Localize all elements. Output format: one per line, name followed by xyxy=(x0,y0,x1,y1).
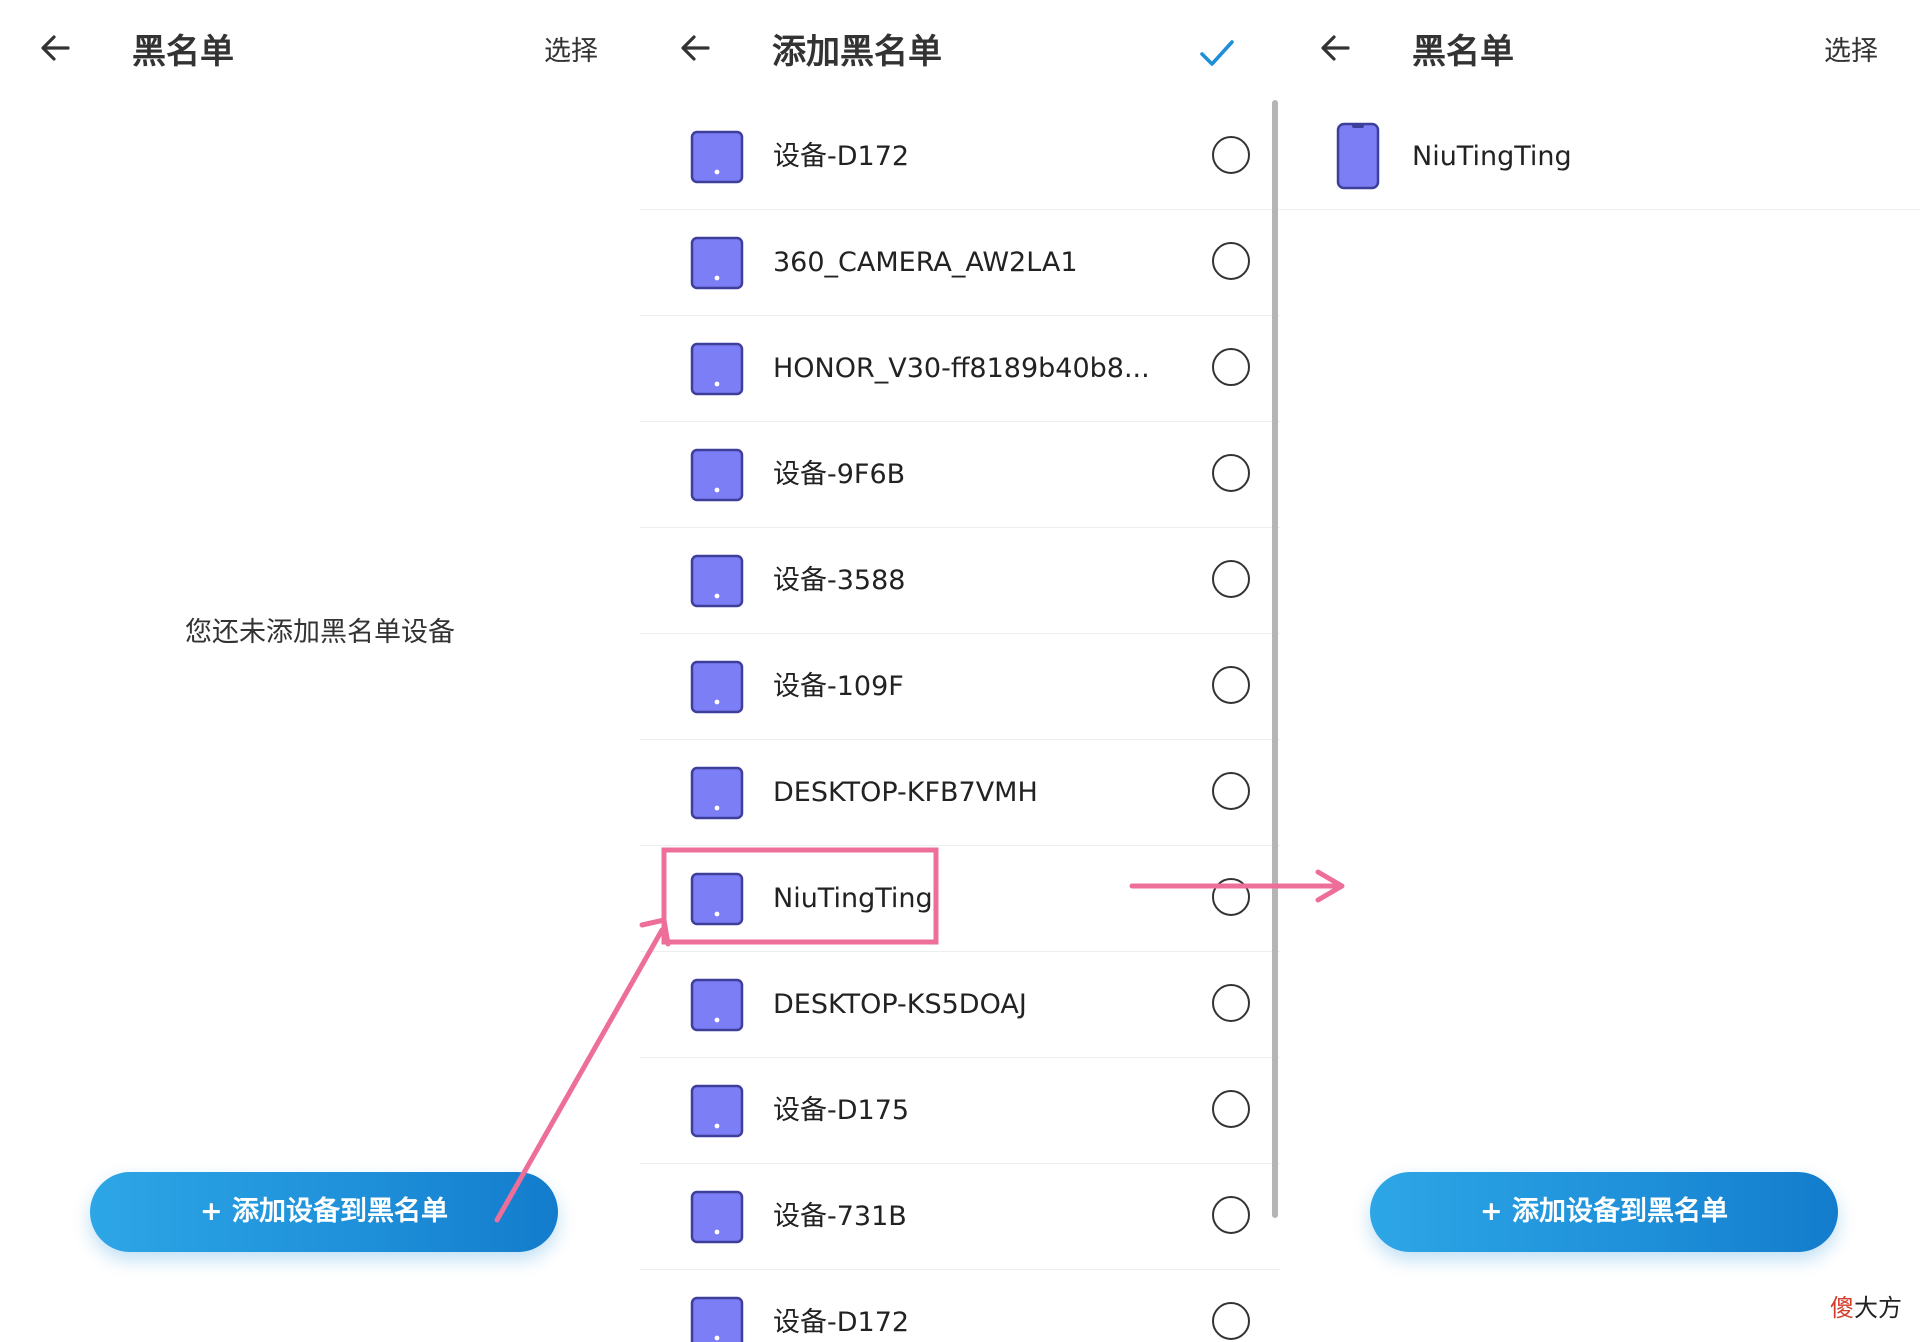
select-button[interactable]: 选择 xyxy=(1824,32,1878,72)
back-arrow-icon[interactable] xyxy=(674,26,718,70)
tablet-icon xyxy=(690,1296,744,1342)
device-row[interactable]: 设备-9F6B xyxy=(640,422,1280,528)
tablet-icon xyxy=(690,236,744,290)
scrollbar[interactable] xyxy=(1272,100,1278,1218)
back-arrow-icon[interactable] xyxy=(34,26,78,70)
device-row[interactable]: 设备-D172 xyxy=(640,104,1280,210)
tablet-icon xyxy=(690,342,744,396)
select-radio[interactable] xyxy=(1212,348,1250,386)
select-radio[interactable] xyxy=(1212,454,1250,492)
device-name: HONOR_V30-ff8189b40b8... xyxy=(773,353,1150,384)
add-blacklist-panel: 添加黑名单 设备-D172 360_CAMERA_AW2LA1 HONOR_V30-… xyxy=(640,0,1280,1342)
device-name: 360_CAMERA_AW2LA1 xyxy=(773,247,1078,278)
select-radio[interactable] xyxy=(1212,1302,1250,1340)
device-list: 设备-D172 360_CAMERA_AW2LA1 HONOR_V30-ff8189… xyxy=(640,104,1280,1342)
header: 黑名单 选择 xyxy=(1280,0,1920,104)
device-name: 设备-D175 xyxy=(773,1095,910,1126)
device-row[interactable]: 设备-731B xyxy=(640,1164,1280,1270)
tablet-icon xyxy=(690,766,744,820)
select-radio[interactable] xyxy=(1212,666,1250,704)
tablet-icon xyxy=(690,872,744,926)
device-row[interactable]: NiuTingTing xyxy=(640,846,1280,952)
confirm-check-icon[interactable] xyxy=(1194,30,1240,76)
page-title: 添加黑名单 xyxy=(772,32,942,72)
select-button[interactable]: 选择 xyxy=(544,32,598,72)
tablet-icon xyxy=(690,660,744,714)
add-device-to-blacklist-button[interactable]: + 添加设备到黑名单 xyxy=(90,1172,558,1252)
list-item[interactable]: NiuTingTing xyxy=(1280,104,1920,210)
device-name: 设备-3588 xyxy=(773,565,906,596)
page-title: 黑名单 xyxy=(132,32,234,72)
select-radio[interactable] xyxy=(1212,772,1250,810)
phone-icon xyxy=(1336,122,1380,190)
tablet-icon xyxy=(690,448,744,502)
device-name: DESKTOP-KS5DOAJ xyxy=(773,989,1027,1020)
header: 添加黑名单 xyxy=(640,0,1280,104)
tablet-icon xyxy=(690,1084,744,1138)
watermark: 傻大方 xyxy=(1830,1294,1902,1322)
back-arrow-icon[interactable] xyxy=(1314,26,1358,70)
device-row[interactable]: 设备-109F xyxy=(640,634,1280,740)
device-name: 设备-D172 xyxy=(773,1307,910,1338)
device-row[interactable]: HONOR_V30-ff8189b40b8... xyxy=(640,316,1280,422)
tablet-icon xyxy=(690,978,744,1032)
select-radio[interactable] xyxy=(1212,984,1250,1022)
tablet-icon xyxy=(690,554,744,608)
tablet-icon xyxy=(690,1190,744,1244)
blacklist-panel-empty: 黑名单 选择 您还未添加黑名单设备 + 添加设备到黑名单 xyxy=(0,0,640,1342)
empty-state-text: 您还未添加黑名单设备 xyxy=(185,617,455,648)
device-name: NiuTingTing xyxy=(773,883,933,914)
select-radio[interactable] xyxy=(1212,1090,1250,1128)
blacklist-panel: 黑名单 选择 NiuTingTing + 添加设备到黑名单 xyxy=(1280,0,1920,1342)
blacklist-list: NiuTingTing xyxy=(1280,104,1920,210)
device-row[interactable]: 设备-D175 xyxy=(640,1058,1280,1164)
device-row[interactable]: 设备-D172 xyxy=(640,1270,1280,1342)
device-name: 设备-9F6B xyxy=(773,459,906,490)
select-radio[interactable] xyxy=(1212,242,1250,280)
select-radio[interactable] xyxy=(1212,560,1250,598)
device-row[interactable]: DESKTOP-KFB7VMH xyxy=(640,740,1280,846)
select-radio[interactable] xyxy=(1212,136,1250,174)
device-name: 设备-D172 xyxy=(773,141,910,172)
page-title: 黑名单 xyxy=(1412,32,1514,72)
tablet-icon xyxy=(690,130,744,184)
device-name: 设备-731B xyxy=(773,1201,907,1232)
device-name: NiuTingTing xyxy=(1412,141,1572,172)
device-name: DESKTOP-KFB7VMH xyxy=(773,777,1038,808)
device-row[interactable]: 设备-3588 xyxy=(640,528,1280,634)
header: 黑名单 选择 xyxy=(0,0,640,104)
device-row[interactable]: 360_CAMERA_AW2LA1 xyxy=(640,210,1280,316)
select-radio[interactable] xyxy=(1212,878,1250,916)
add-device-to-blacklist-button[interactable]: + 添加设备到黑名单 xyxy=(1370,1172,1838,1252)
device-name: 设备-109F xyxy=(773,671,904,702)
device-row[interactable]: DESKTOP-KS5DOAJ xyxy=(640,952,1280,1058)
select-radio[interactable] xyxy=(1212,1196,1250,1234)
